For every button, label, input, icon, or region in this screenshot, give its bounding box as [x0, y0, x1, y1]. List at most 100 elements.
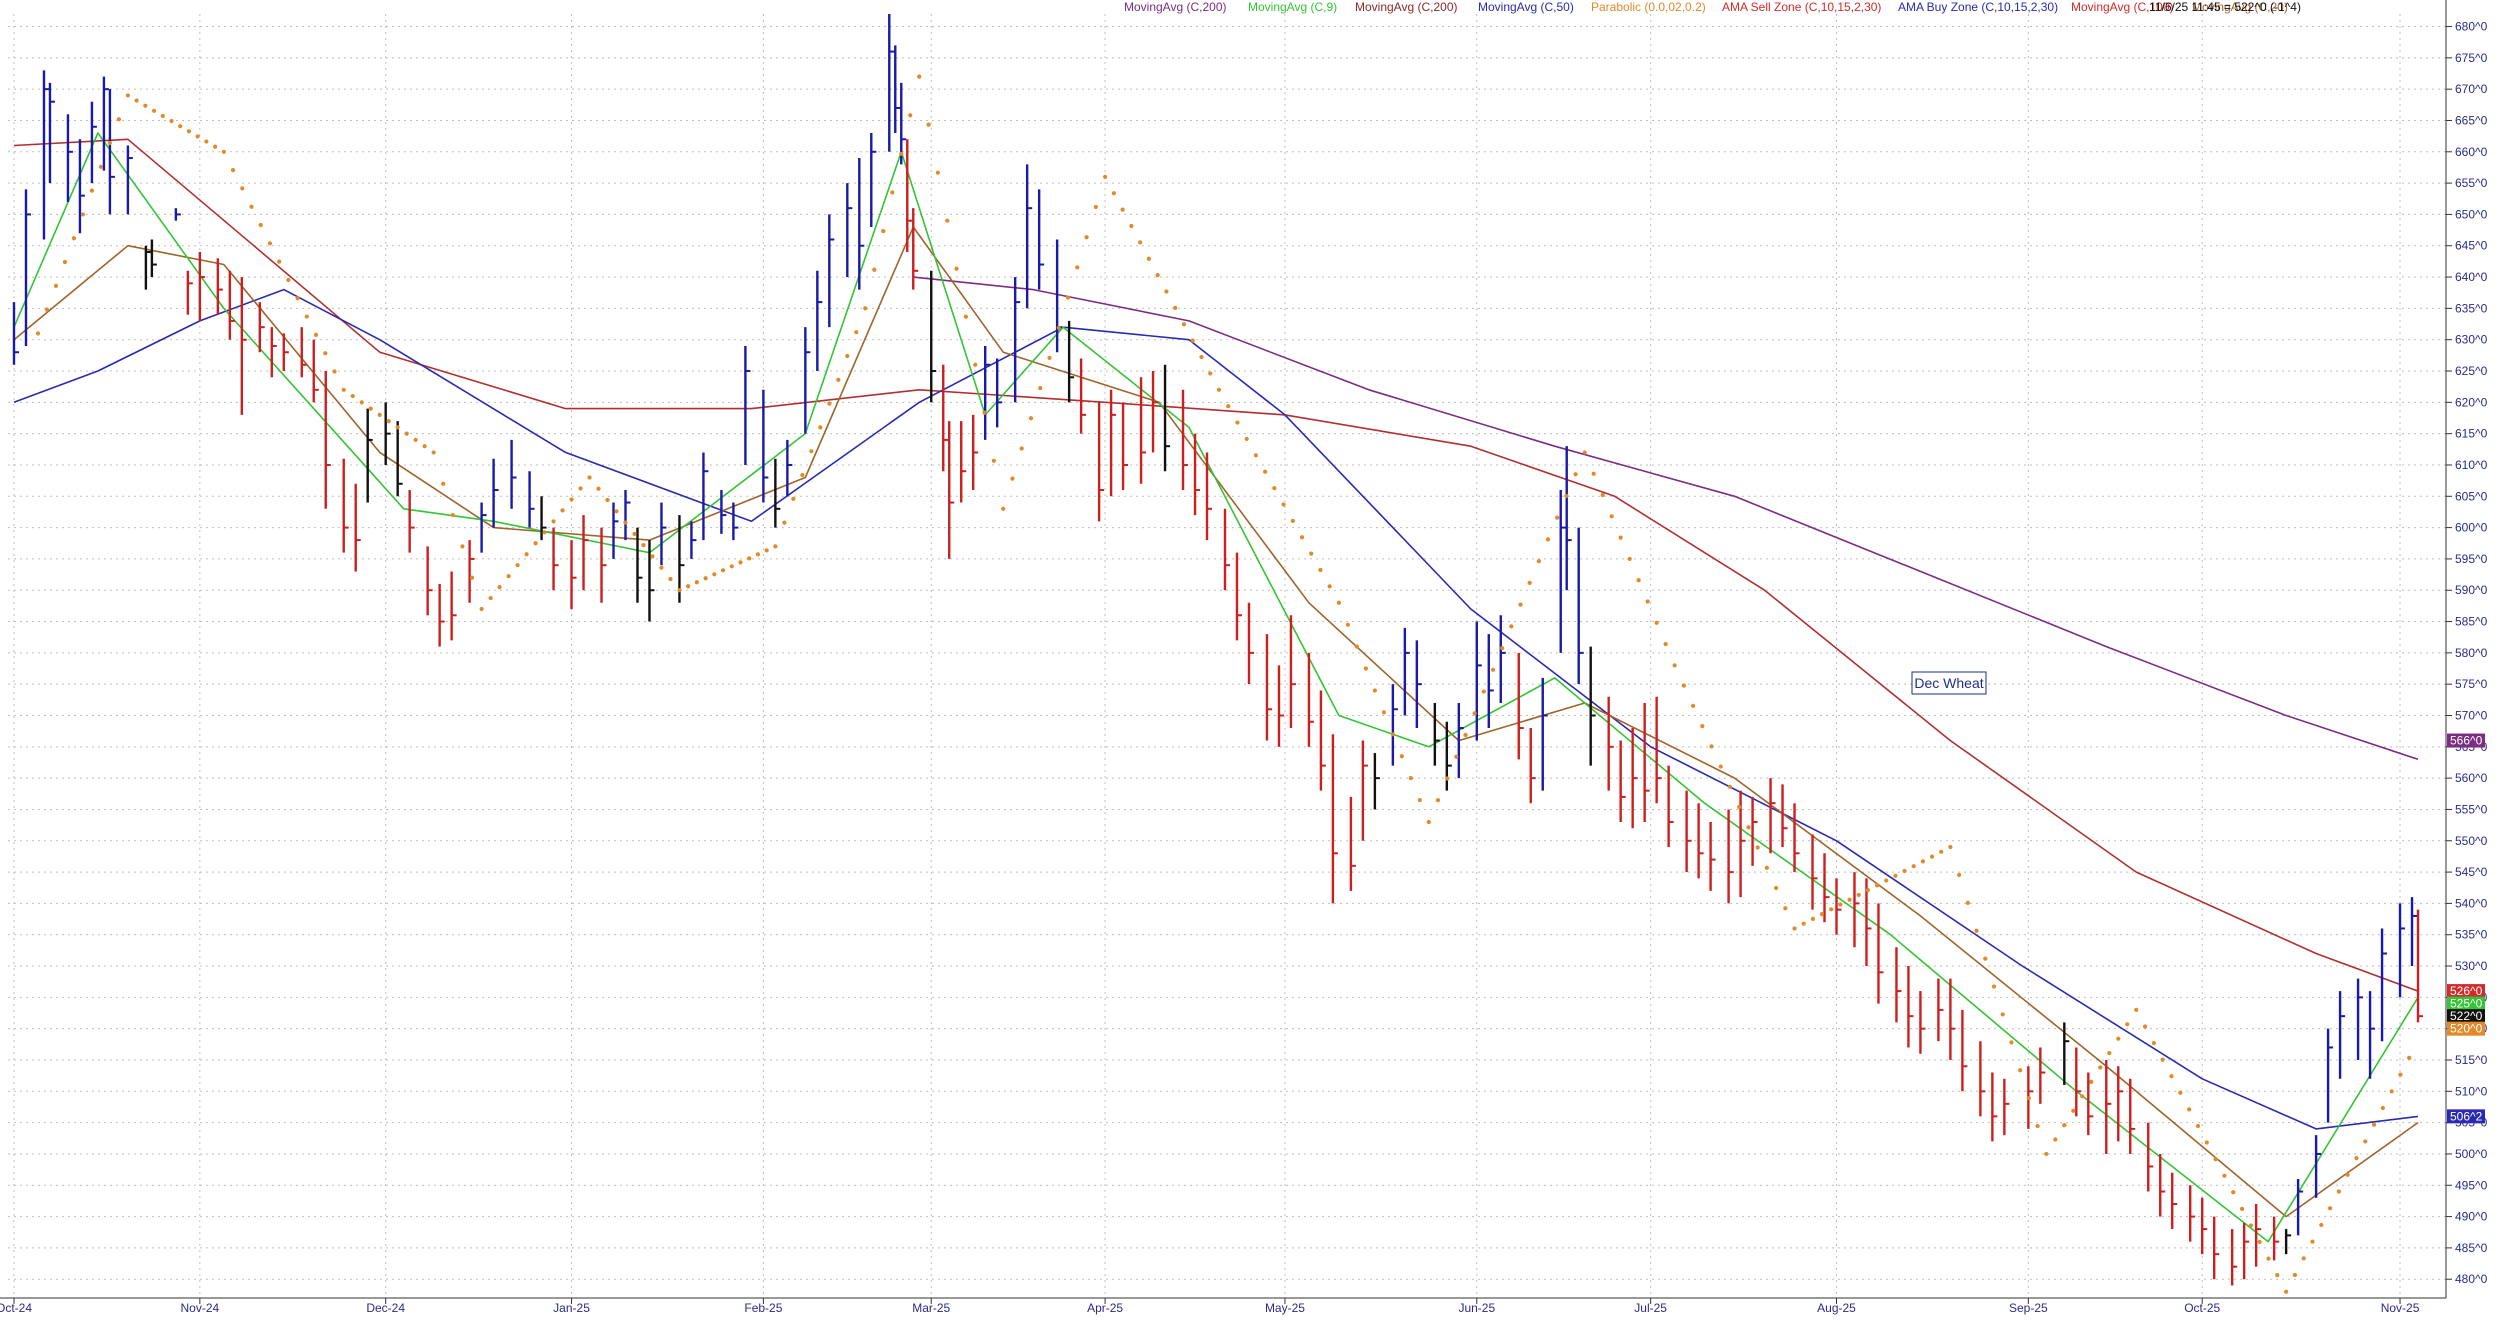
- x-tick-label: Aug-25: [1817, 1301, 1856, 1315]
- y-tick-label: 605^0: [2455, 489, 2488, 503]
- parabolic-dot: [863, 306, 868, 311]
- parabolic-dot: [1627, 556, 1632, 562]
- parabolic-dot: [1681, 683, 1686, 688]
- parabolic-dot: [304, 314, 309, 319]
- parabolic-dot: [1939, 849, 1944, 854]
- parabolic-dot: [1001, 506, 1006, 511]
- parabolic-dot: [2266, 1256, 2271, 1261]
- parabolic-dot: [872, 267, 877, 272]
- parabolic-dot: [1783, 906, 1788, 911]
- parabolic-dot: [1718, 764, 1723, 769]
- parabolic-dot: [1663, 641, 1668, 647]
- parabolic-dot: [2284, 1289, 2289, 1294]
- parabolic-dot: [1645, 599, 1650, 604]
- parabolic-dot: [1435, 798, 1441, 803]
- y-tick-label: 560^0: [2455, 771, 2488, 785]
- price-flag-label: 520^0: [2450, 1022, 2483, 1036]
- parabolic-dot: [71, 236, 77, 241]
- parabolic-dot: [230, 168, 236, 173]
- y-tick-label: 580^0: [2455, 646, 2488, 660]
- x-tick-label: Jul-25: [1634, 1301, 1667, 1315]
- parabolic-dot: [1417, 797, 1422, 803]
- parabolic-dot: [143, 103, 148, 108]
- parabolic-dot: [1345, 622, 1350, 627]
- parabolic-dot: [80, 212, 86, 217]
- parabolic-dot: [963, 314, 968, 319]
- parabolic-dot: [2107, 1051, 2112, 1056]
- parabolic-dot: [2000, 1012, 2005, 1017]
- parabolic-dot: [2389, 1089, 2394, 1094]
- parabolic-dot: [359, 400, 364, 405]
- parabolic-dot: [1281, 502, 1286, 507]
- parabolic-dot: [991, 458, 996, 463]
- parabolic-dot: [836, 377, 841, 382]
- y-tick-label: 500^0: [2455, 1147, 2488, 1161]
- parabolic-dot: [2187, 1107, 2192, 1112]
- legend-entry: AMA Buy Zone (C,10,15,2,30): [1898, 0, 2058, 14]
- parabolic-dot: [1299, 535, 1305, 540]
- parabolic-dot: [431, 450, 436, 455]
- parabolic-dot: [1065, 295, 1071, 300]
- parabolic-dot: [1709, 744, 1714, 749]
- parabolic-dot: [1111, 191, 1116, 196]
- parabolic-dot: [98, 164, 104, 169]
- parabolic-dot: [2354, 1156, 2359, 1161]
- parabolic-dot: [945, 218, 950, 223]
- parabolic-dot: [1700, 724, 1705, 729]
- parabolic-dot: [1974, 928, 1979, 933]
- x-tick-label: Nov-24: [180, 1301, 219, 1315]
- parabolic-dot: [881, 229, 886, 234]
- parabolic-dot: [221, 149, 226, 154]
- parabolic-dot: [982, 410, 987, 415]
- parabolic-dot: [2044, 1151, 2049, 1157]
- parabolic-dot: [2222, 1173, 2227, 1178]
- parabolic-dot: [1244, 436, 1249, 442]
- parabolic-dot: [240, 186, 245, 191]
- parabolic-dot: [277, 259, 282, 264]
- parabolic-dot: [2213, 1156, 2218, 1162]
- parabolic-dot: [368, 406, 373, 411]
- y-tick-label: 610^0: [2455, 458, 2488, 472]
- parabolic-dot: [926, 122, 931, 127]
- parabolic-dot: [450, 512, 455, 518]
- x-tick-label: Oct-25: [2184, 1301, 2220, 1315]
- parabolic-dot: [1965, 900, 1970, 905]
- y-tick-label: 675^0: [2455, 51, 2488, 65]
- parabolic-dot: [2018, 1068, 2023, 1073]
- parabolic-dot: [1120, 207, 1125, 212]
- parabolic-dot: [2319, 1222, 2324, 1228]
- parabolic-dot: [267, 241, 273, 246]
- y-tick-label: 660^0: [2455, 145, 2488, 159]
- parabolic-dot: [1445, 776, 1450, 781]
- parabolic-dot: [791, 496, 796, 501]
- parabolic-dot: [1318, 567, 1323, 573]
- x-tick-label: Mar-25: [912, 1301, 950, 1315]
- parabolic-dot: [1518, 602, 1523, 607]
- parabolic-dot: [116, 117, 122, 122]
- x-tick-label: Jun-25: [1458, 1301, 1495, 1315]
- parabolic-dot: [1010, 476, 1015, 481]
- parabolic-dot: [551, 519, 556, 524]
- parabolic-dot: [827, 401, 832, 406]
- parabolic-dot: [1819, 911, 1825, 917]
- parabolic-dot: [1093, 204, 1098, 210]
- parabolic-dot: [1390, 732, 1395, 737]
- y-tick-label: 615^0: [2455, 427, 2488, 441]
- parabolic-dot: [1929, 854, 1935, 859]
- parabolic-dot: [2053, 1137, 2058, 1142]
- parabolic-dot: [258, 222, 263, 228]
- parabolic-dot: [703, 576, 708, 581]
- parabolic-dot: [587, 475, 592, 480]
- parabolic-dot: [1272, 485, 1277, 491]
- parabolic-dot: [542, 530, 547, 535]
- parabolic-dot: [1838, 902, 1843, 907]
- parabolic-dot: [1155, 273, 1160, 278]
- parabolic-dot: [1146, 256, 1152, 261]
- parabolic-dot: [2363, 1139, 2368, 1144]
- parabolic-dot: [2257, 1239, 2262, 1245]
- parabolic-dot: [560, 508, 565, 513]
- parabolic-dot: [1654, 620, 1659, 625]
- parabolic-dot: [1129, 223, 1134, 229]
- y-tick-label: 670^0: [2455, 82, 2488, 96]
- parabolic-dot: [1199, 354, 1204, 360]
